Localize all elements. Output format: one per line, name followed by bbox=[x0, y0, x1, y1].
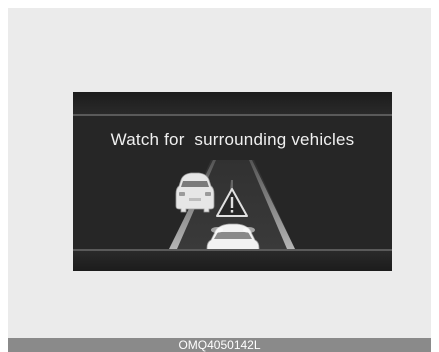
display-bottom-band bbox=[73, 251, 392, 271]
road-scene bbox=[169, 160, 295, 263]
figure-panel: Watch for surrounding vehicles bbox=[8, 8, 431, 338]
cluster-display: Watch for surrounding vehicles bbox=[73, 92, 392, 271]
car-rear-icon bbox=[175, 172, 215, 213]
figure-code: OMQ4050142L bbox=[178, 338, 261, 352]
figure-caption-bar: OMQ4050142L bbox=[8, 338, 431, 352]
